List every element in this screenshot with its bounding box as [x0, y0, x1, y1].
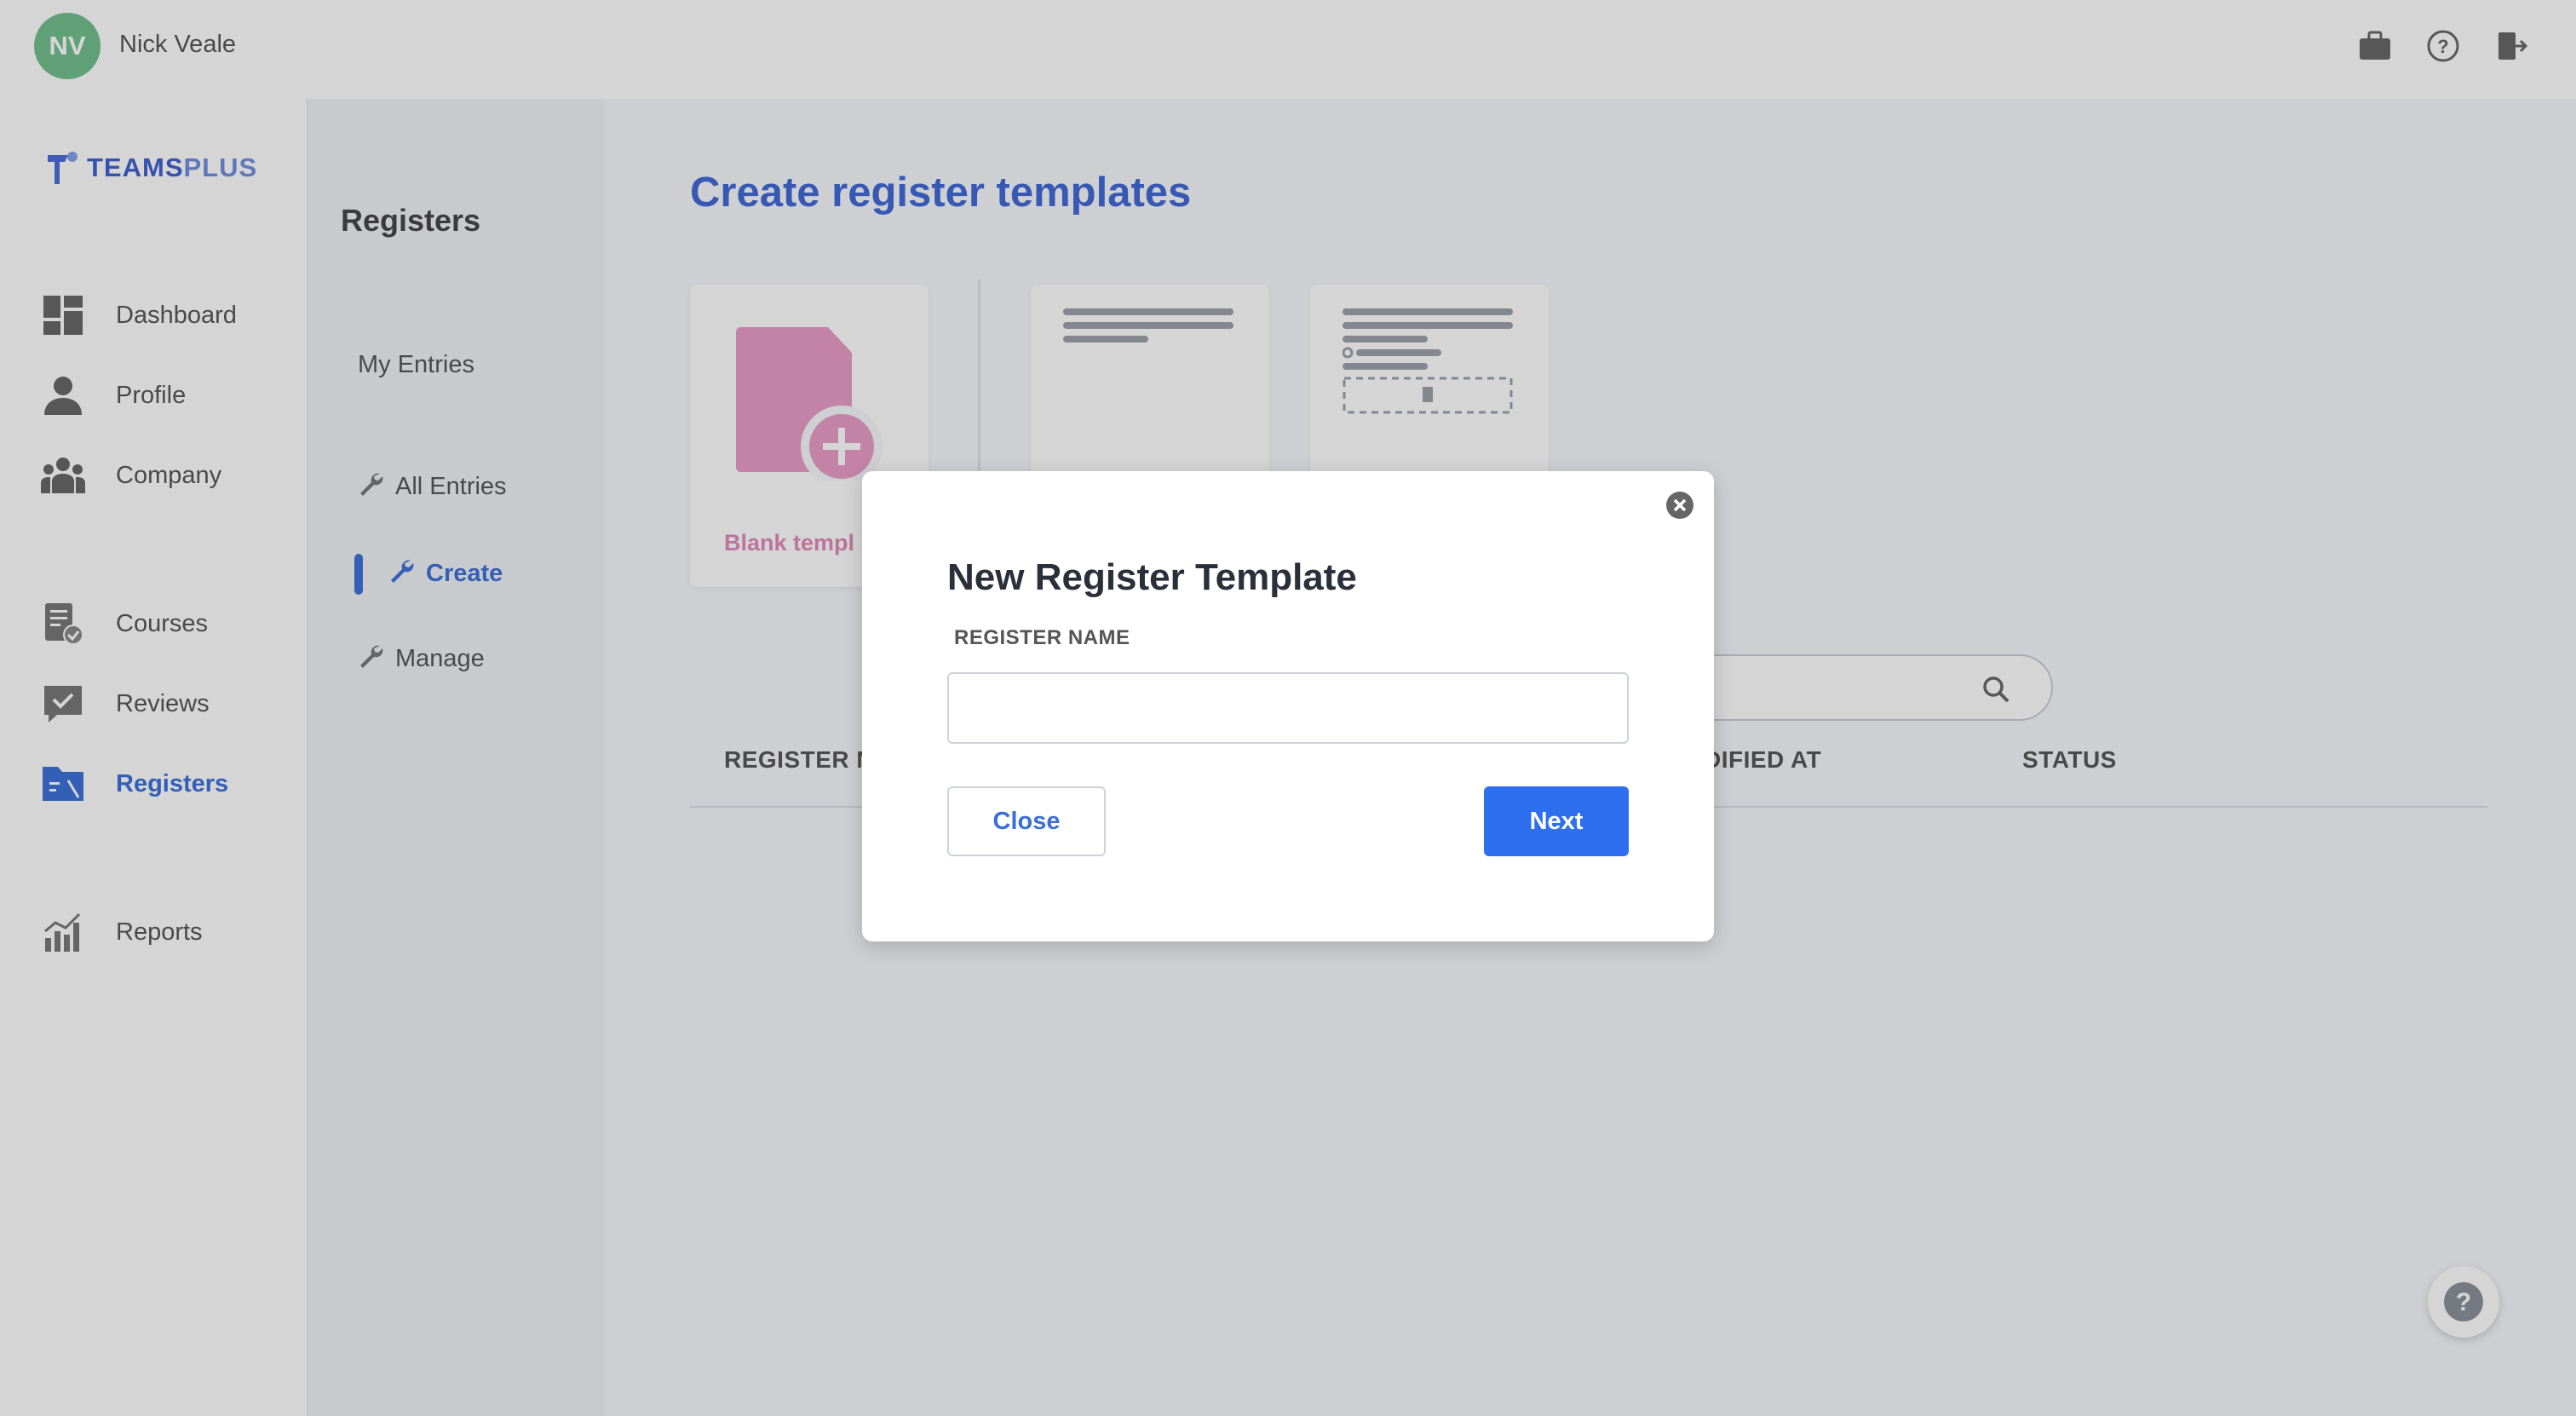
- register-name-label: REGISTER NAME: [954, 626, 1130, 649]
- dialog-title: New Register Template: [947, 556, 1357, 598]
- next-button[interactable]: Next: [1484, 786, 1629, 856]
- new-register-template-dialog: New Register Template REGISTER NAME Clos…: [862, 471, 1714, 941]
- register-name-input[interactable]: [947, 672, 1629, 744]
- close-button[interactable]: Close: [947, 786, 1106, 856]
- close-icon[interactable]: [1665, 490, 1695, 521]
